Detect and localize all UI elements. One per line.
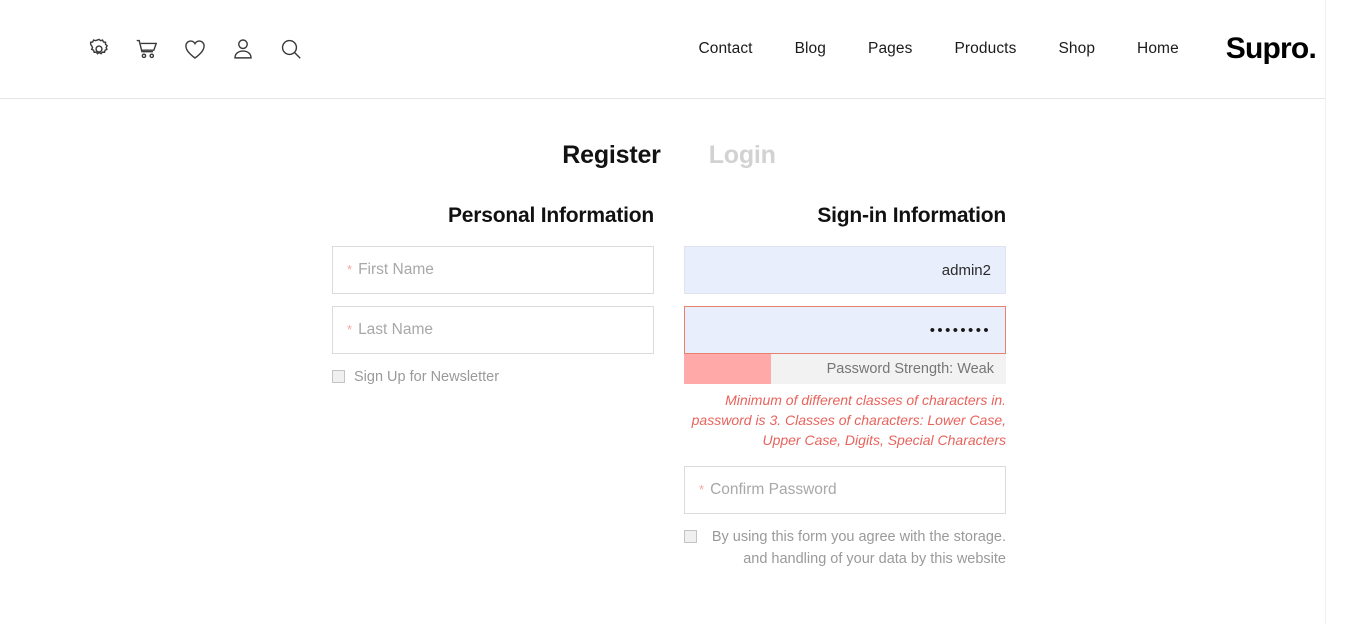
consent-row: .By using this form you agree with the s… [684, 526, 1006, 570]
nav-item-blog[interactable]: Blog [774, 40, 847, 58]
site-logo[interactable]: Supro. [1226, 32, 1316, 66]
password-field-value: •••••••• [699, 322, 991, 339]
personal-information-column: Personal Information First Name * Last N… [332, 204, 654, 570]
vertical-scrollbar[interactable] [1325, 0, 1338, 624]
search-icon[interactable] [278, 36, 304, 62]
nav-item-products[interactable]: Products [933, 40, 1037, 58]
newsletter-checkbox[interactable] [332, 370, 345, 383]
password-field[interactable]: •••••••• [684, 306, 1006, 354]
email-field[interactable]: admin2 [684, 246, 1006, 294]
tab-register[interactable]: Register [562, 141, 660, 170]
personal-section-title: Personal Information [332, 204, 654, 228]
heart-icon[interactable] [182, 36, 208, 62]
required-asterisk: * [347, 323, 352, 336]
password-strength-label: Password Strength: Weak [684, 361, 1006, 377]
required-asterisk: * [699, 483, 704, 496]
last-name-placeholder-text: Last Name [358, 321, 433, 339]
consent-label: .By using this form you agree with the s… [706, 526, 1006, 570]
auth-tabs: Register Login [0, 141, 1338, 170]
page-root: Contact Blog Pages Products Shop Home Su… [0, 0, 1338, 624]
first-name-field[interactable]: First Name * [332, 246, 654, 294]
nav-item-pages[interactable]: Pages [847, 40, 933, 58]
tab-login[interactable]: Login [709, 141, 776, 170]
required-asterisk: * [347, 263, 352, 276]
last-name-field[interactable]: Last Name * [332, 306, 654, 354]
cart-icon[interactable] [134, 36, 160, 62]
signin-information-column: Sign-in Information admin2 •••••••• Pass… [684, 204, 1006, 570]
first-name-placeholder: First Name * [347, 261, 639, 279]
password-strength-meter: Password Strength: Weak [684, 354, 1006, 384]
newsletter-row: Sign Up for Newsletter [332, 366, 654, 388]
consent-checkbox[interactable] [684, 530, 697, 543]
nav-item-shop[interactable]: Shop [1037, 40, 1116, 58]
confirm-password-field[interactable]: Confirm Password * [684, 466, 1006, 514]
newsletter-label: Sign Up for Newsletter [354, 366, 499, 388]
signin-section-title: Sign-in Information [684, 204, 1006, 228]
confirm-password-placeholder: Confirm Password * [699, 481, 991, 499]
first-name-placeholder-text: First Name [358, 261, 434, 279]
confirm-password-placeholder-text: Confirm Password [710, 481, 837, 499]
main-navigation: Contact Blog Pages Products Shop Home Su… [677, 32, 1338, 66]
site-header: Contact Blog Pages Products Shop Home Su… [0, 0, 1338, 99]
nav-item-home[interactable]: Home [1116, 40, 1200, 58]
gear-icon[interactable] [86, 36, 112, 62]
last-name-placeholder: Last Name * [347, 321, 639, 339]
register-form: Sign-in Information admin2 •••••••• Pass… [0, 204, 1338, 570]
password-error-message: .Minimum of different classes of charact… [684, 390, 1006, 450]
email-field-value: admin2 [699, 262, 991, 279]
nav-item-contact[interactable]: Contact [677, 40, 773, 58]
user-icon[interactable] [230, 36, 256, 62]
header-icon-group [86, 36, 304, 62]
